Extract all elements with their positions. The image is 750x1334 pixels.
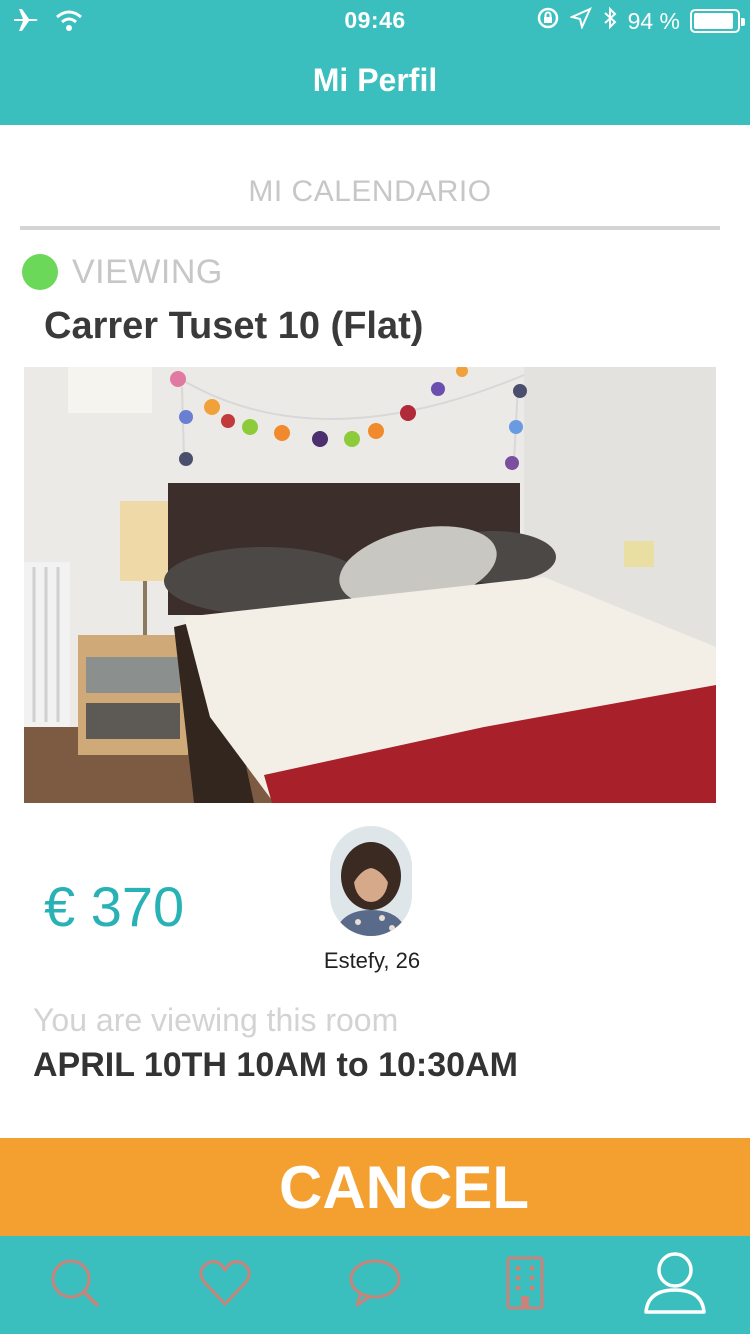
heart-icon	[198, 1258, 252, 1313]
status-text: VIEWING	[72, 253, 223, 291]
app-header: 09:46 94 % Mi Perfil	[0, 0, 750, 125]
battery-text: 94 %	[627, 7, 680, 34]
status-dot	[22, 254, 58, 290]
page-title: Mi Perfil	[312, 62, 438, 98]
tab-search[interactable]	[0, 1236, 150, 1334]
search-icon	[47, 1255, 103, 1316]
room-photo[interactable]	[24, 367, 716, 803]
host-name: Estefy, 26	[323, 948, 421, 973]
location-icon	[568, 7, 592, 35]
orientation-lock-icon	[536, 6, 560, 36]
cancel-button[interactable]: CANCEL	[0, 1138, 750, 1236]
viewing-note: You are viewing this room	[33, 1002, 399, 1038]
section-divider	[20, 226, 720, 230]
listing-title: Carrer Tuset 10 (Flat)	[44, 305, 424, 347]
battery-fill	[694, 13, 733, 29]
section-label: MI CALENDARIO	[248, 175, 492, 208]
tab-messages[interactable]	[300, 1236, 450, 1334]
user-icon	[642, 1250, 708, 1321]
battery-nub	[741, 18, 745, 26]
viewing-time: APRIL 10TH 10AM to 10:30AM	[33, 1046, 518, 1084]
status-right: 94 %	[536, 6, 745, 36]
tab-profile[interactable]	[600, 1236, 750, 1334]
listing-price: € 370	[44, 875, 185, 938]
building-icon	[505, 1256, 545, 1315]
tab-building[interactable]	[450, 1236, 600, 1334]
tab-favorites[interactable]	[150, 1236, 300, 1334]
chat-bubble-icon	[347, 1257, 403, 1314]
tab-bar	[0, 1236, 750, 1334]
host-avatar[interactable]	[330, 826, 412, 936]
status-bar: 09:46 94 %	[0, 0, 750, 42]
bluetooth-icon	[602, 6, 618, 36]
battery-icon	[690, 9, 745, 33]
